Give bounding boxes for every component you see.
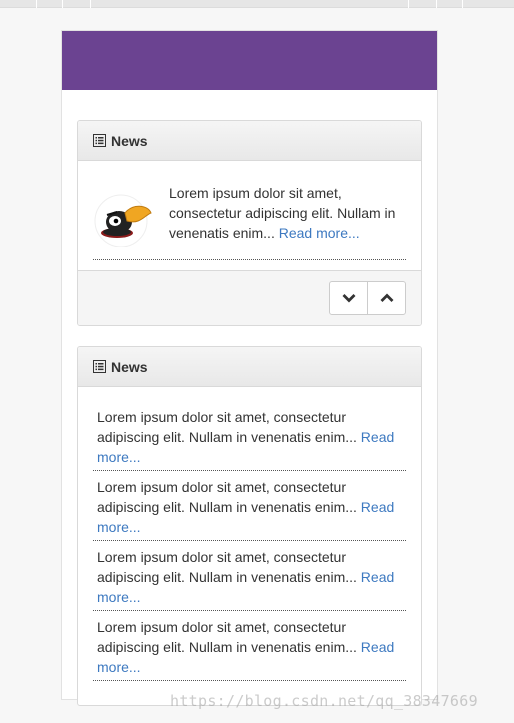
chevron-up-icon <box>380 290 394 306</box>
card-header-bar <box>62 31 437 90</box>
list-item: Lorem ipsum dolor sit amet, consectetur … <box>93 611 406 681</box>
browser-tab-strip <box>0 0 514 8</box>
news-panel-featured: News Lorem ipsum dolor sit amet, consect… <box>77 120 422 326</box>
scroll-down-button[interactable] <box>329 281 368 315</box>
list-alt-icon <box>93 134 106 147</box>
news-excerpt: Lorem ipsum dolor sit amet, consectetur … <box>97 479 357 515</box>
scroll-up-button[interactable] <box>367 281 406 315</box>
news-excerpt: Lorem ipsum dolor sit amet, consectetur … <box>97 619 357 655</box>
list-item: Lorem ipsum dolor sit amet, consectetur … <box>93 471 406 541</box>
watermark-text: https://blog.csdn.net/qq_38347669 <box>170 692 478 710</box>
news-excerpt: Lorem ipsum dolor sit amet, consectetur … <box>97 409 357 445</box>
panel-footer <box>78 270 421 325</box>
news-excerpt: Lorem ipsum dolor sit amet, consectetur … <box>97 549 357 585</box>
list-item: Lorem ipsum dolor sit amet, consectetur … <box>93 401 406 471</box>
chevron-down-icon <box>342 290 356 306</box>
panel-title: News <box>111 132 148 149</box>
news-list: Lorem ipsum dolor sit amet, consectetur … <box>78 387 421 681</box>
widget-card: News Lorem ipsum dolor sit amet, consect… <box>61 30 438 706</box>
read-more-link[interactable]: Read more... <box>279 225 360 241</box>
news-panel-list: News Lorem ipsum dolor sit amet, consect… <box>77 346 422 706</box>
panel-heading: News <box>78 347 421 387</box>
panel-heading: News <box>78 121 421 161</box>
nav-button-group <box>329 281 406 315</box>
news-text: Lorem ipsum dolor sit amet, consectetur … <box>169 183 406 250</box>
news-thumbnail <box>93 183 153 250</box>
list-alt-icon <box>93 360 106 373</box>
list-item: Lorem ipsum dolor sit amet, consectetur … <box>93 541 406 611</box>
news-item: Lorem ipsum dolor sit amet, consectetur … <box>93 183 406 260</box>
panel-title: News <box>111 358 148 375</box>
